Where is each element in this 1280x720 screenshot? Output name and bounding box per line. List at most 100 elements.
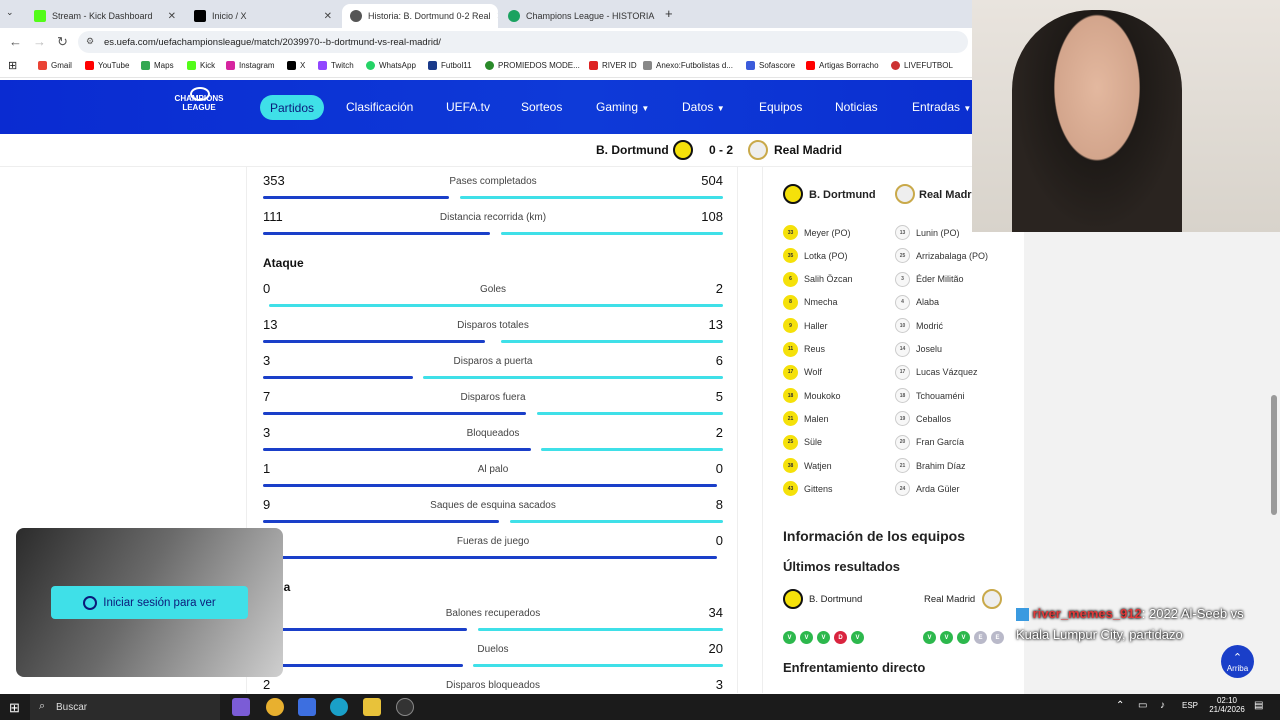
apps-grid-icon[interactable]: ⊞ (8, 59, 17, 72)
new-tab-icon[interactable]: + (665, 6, 673, 21)
taskbar-search[interactable]: ⌕ Buscar (30, 694, 220, 720)
player-home[interactable]: 38 Watjen (783, 458, 832, 473)
stat-away-bar (541, 448, 723, 451)
player-away[interactable]: 21 Brahim Díaz (895, 458, 966, 473)
bookmark-label: Futbol11 (441, 61, 472, 70)
tab-x[interactable]: Inicio / X ✕ (186, 4, 340, 28)
bookmark-livefutbol[interactable]: LIVEFUTBOL (891, 61, 953, 70)
network-icon[interactable]: ▭ (1138, 700, 1147, 711)
back-to-top-button[interactable]: ⌃ Arriba (1221, 645, 1254, 678)
player-home[interactable]: 25 Süle (783, 434, 822, 450)
tab-list-chevron-icon[interactable]: ⌄ (6, 7, 14, 18)
player-home[interactable]: 8 Nmecha (783, 294, 838, 310)
nav-noticias[interactable]: Noticias (835, 100, 878, 114)
close-icon[interactable]: ✕ (324, 11, 332, 22)
bookmark-sofascore[interactable]: Sofascore (746, 61, 795, 70)
stat-home-bar (263, 664, 463, 667)
player-home[interactable]: 11 Reus (783, 341, 825, 357)
twitch-icon (318, 61, 327, 70)
nav-datos[interactable]: Datos ▼ (682, 100, 725, 114)
language-indicator[interactable]: ESP (1182, 701, 1198, 710)
player-home[interactable]: 9 Haller (783, 318, 828, 334)
stat-row: 353 Pases completados 504 (263, 173, 723, 203)
nav-entradas[interactable]: Entradas ▼ (912, 100, 971, 114)
bookmark-youtube[interactable]: YouTube (85, 61, 129, 70)
notifications-icon[interactable]: ▤ (1254, 700, 1263, 711)
player-home[interactable]: 33 Meyer (PO) (783, 225, 851, 240)
caret-down-icon: ▼ (963, 104, 972, 113)
player-home[interactable]: 43 Gittens (783, 481, 833, 497)
site-info-icon[interactable]: ⚙ (86, 36, 94, 47)
windows-start-icon[interactable]: ⊞ (9, 700, 20, 716)
bookmark-maps[interactable]: Maps (141, 61, 174, 70)
tab-champions-history[interactable]: Champions League - HISTORIA ✕ (500, 4, 658, 28)
player-home[interactable]: 6 Salih Özcan (783, 271, 853, 287)
nav-uefa-tv[interactable]: UEFA.tv (446, 100, 490, 114)
copilot-icon[interactable] (232, 698, 250, 716)
clock-time: 02:10 (1216, 696, 1238, 705)
player-home[interactable]: 17 Wolf (783, 364, 822, 380)
close-icon[interactable]: ✕ (168, 11, 176, 22)
bookmark-whatsapp[interactable]: WhatsApp (366, 61, 416, 70)
tab-kick[interactable]: Stream - Kick Dashboard ✕ (26, 4, 184, 28)
tab-uefa[interactable]: Historia: B. Dortmund 0-2 Real ✕ (342, 4, 498, 28)
stat-home-bar (263, 196, 450, 199)
obs-icon[interactable] (396, 698, 414, 716)
stat-away-bar (536, 412, 723, 415)
player-away[interactable]: 4 Alaba (895, 294, 939, 310)
champions-league-logo[interactable]: CHAMPIONS LEAGUE (166, 94, 232, 112)
store-icon[interactable] (298, 698, 316, 716)
tray-chevron-icon[interactable]: ⌃ (1116, 700, 1124, 711)
edge-icon[interactable] (330, 698, 348, 716)
bookmark-anexo[interactable]: Anexo:Futbolistas d... (643, 61, 733, 70)
reload-icon[interactable]: ↻ (57, 34, 68, 50)
stat-label: Disparos totales (457, 320, 529, 331)
stat-label: Disparos a puerta (453, 356, 533, 367)
nav-partidos[interactable]: Partidos (260, 95, 325, 120)
player-away[interactable]: 20 Fran García (895, 434, 964, 450)
stat-home-bar (263, 484, 717, 487)
bookmark-artigas[interactable]: Artigas Borracho (806, 61, 879, 70)
nav-gaming[interactable]: Gaming ▼ (596, 100, 649, 114)
nav-clasificacion[interactable]: Clasificación (346, 100, 413, 114)
address-bar[interactable]: ⚙ es.uefa.com/uefachampionsleague/match/… (78, 31, 968, 53)
player-away[interactable]: 24 Arda Güler (895, 481, 960, 497)
bookmark-x[interactable]: X (287, 61, 305, 70)
player-away[interactable]: 17 Lucas Vázquez (895, 364, 978, 380)
back-icon[interactable]: ← (9, 34, 22, 49)
file-explorer-icon[interactable] (363, 698, 381, 716)
clock[interactable]: 02:10 21/4/2026 (1205, 696, 1249, 714)
bookmark-gmail[interactable]: Gmail (38, 61, 72, 70)
player-away[interactable]: 14 Joselu (895, 341, 942, 357)
stat-away-value: 6 (715, 353, 723, 368)
youtube-icon (85, 61, 94, 70)
chrome-icon[interactable] (266, 698, 284, 716)
form-result-badge: V (800, 631, 813, 644)
player-home[interactable]: 21 Malen (783, 411, 829, 427)
whatsapp-icon (366, 61, 375, 70)
scrollbar-thumb[interactable] (1271, 395, 1277, 515)
nav-sorteos[interactable]: Sorteos (521, 100, 562, 114)
player-away[interactable]: 3 Éder Militão (895, 271, 964, 287)
player-home[interactable]: 18 Moukoko (783, 388, 841, 404)
player-home[interactable]: 35 Lotka (PO) (783, 248, 848, 264)
bookmark-instagram[interactable]: Instagram (226, 61, 275, 70)
player-away[interactable]: 19 Ceballos (895, 411, 951, 427)
stat-away-bar (509, 520, 723, 523)
bookmark-promiedos[interactable]: PROMIEDOS MODE... (485, 61, 580, 70)
nav-equipos[interactable]: Equipos (759, 100, 802, 114)
login-to-watch-button[interactable]: Iniciar sesión para ver (51, 586, 248, 619)
bookmark-twitch[interactable]: Twitch (318, 61, 354, 70)
bookmark-kick[interactable]: Kick (187, 61, 215, 70)
player-away[interactable]: 13 Lunin (PO) (895, 225, 960, 240)
bookmark-futbol11[interactable]: Futbol11 (428, 61, 472, 70)
stat-home-bar (263, 520, 500, 523)
forward-icon[interactable]: → (33, 34, 46, 49)
volume-icon[interactable]: ♪ (1160, 700, 1165, 711)
bookmark-river-id[interactable]: RIVER ID (589, 61, 637, 70)
player-away[interactable]: 25 Arrizabalaga (PO) (895, 248, 988, 264)
close-icon[interactable]: ✕ (497, 11, 498, 22)
bookmark-label: Twitch (331, 61, 354, 70)
player-away[interactable]: 18 Tchouaméni (895, 388, 965, 404)
player-away[interactable]: 10 Modrić (895, 318, 943, 334)
